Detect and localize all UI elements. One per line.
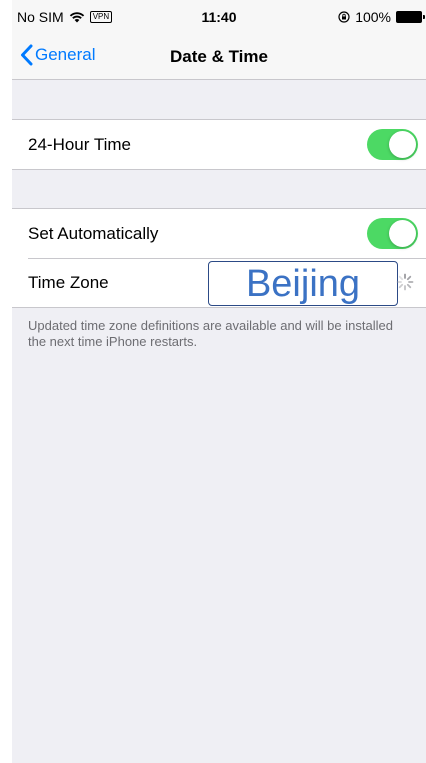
toggle-set-automatically[interactable]	[367, 218, 418, 249]
row-time-zone[interactable]: Time Zone Beijing	[12, 258, 426, 307]
row-set-automatically: Set Automatically	[12, 209, 426, 258]
orientation-lock-icon	[338, 11, 350, 23]
loading-spinner-icon	[396, 273, 414, 291]
row-label: 24-Hour Time	[28, 134, 131, 154]
navigation-bar: General Date & Time	[12, 36, 426, 80]
settings-screen: No SIM VPN 11:40 100% General Date & Tim…	[12, 0, 426, 763]
battery-icon	[396, 11, 425, 23]
row-24-hour-time: 24-Hour Time	[12, 120, 426, 169]
toggle-24-hour-time[interactable]	[367, 129, 418, 160]
group-clock-format: 24-Hour Time	[12, 119, 426, 170]
time-zone-value: Beijing	[208, 261, 398, 306]
row-label: Time Zone	[28, 272, 109, 292]
toggle-knob	[389, 220, 416, 247]
page-title: Date & Time	[170, 47, 268, 66]
battery-percent: 100%	[355, 9, 391, 25]
time-zone-footnote: Updated time zone definitions are availa…	[28, 318, 393, 349]
status-bar: No SIM VPN 11:40 100%	[12, 0, 426, 36]
status-right: 100%	[338, 9, 425, 25]
row-label: Set Automatically	[28, 223, 159, 243]
group-time-settings: Set Automatically Time Zone Beijing	[12, 208, 426, 308]
toggle-knob	[389, 131, 416, 158]
